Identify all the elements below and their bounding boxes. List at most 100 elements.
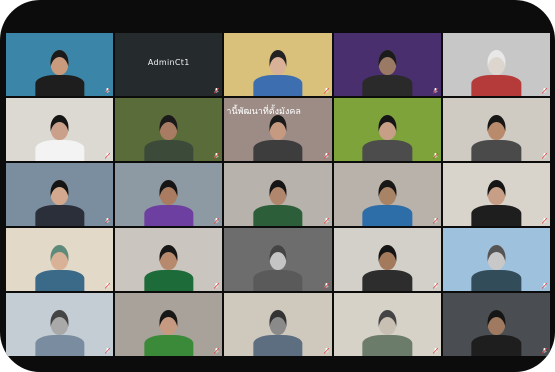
- participant-tile[interactable]: [6, 163, 114, 226]
- participant-video: [471, 176, 522, 226]
- participant-tile[interactable]: [224, 33, 332, 96]
- participant-head: [487, 49, 506, 75]
- participant-tile[interactable]: [115, 293, 223, 356]
- mic-muted-icon: [541, 218, 547, 224]
- participant-video: [362, 176, 412, 226]
- participant-body: [471, 334, 522, 356]
- participant-head: [378, 179, 397, 205]
- participant-video: [34, 46, 85, 96]
- participant-tile[interactable]: [115, 163, 223, 226]
- participant-tile[interactable]: [442, 33, 550, 96]
- participant-head: [50, 309, 69, 335]
- participant-video: [471, 46, 522, 96]
- participant-tile[interactable]: [6, 98, 114, 161]
- participant-video: [362, 46, 412, 96]
- participant-body: [471, 74, 522, 96]
- mic-muted-icon: [541, 153, 547, 159]
- participant-body: [471, 269, 522, 291]
- participant-video: [253, 241, 303, 291]
- participant-body: [362, 139, 412, 161]
- mic-muted-icon: [105, 88, 111, 94]
- participant-body: [144, 204, 194, 226]
- participant-head: [50, 114, 69, 140]
- participant-head: [50, 179, 69, 205]
- participant-head: [487, 244, 506, 270]
- participant-tile[interactable]: [442, 163, 550, 226]
- participant-tile[interactable]: [6, 33, 114, 96]
- participant-body: [253, 204, 303, 226]
- participant-head: [269, 49, 287, 75]
- participant-body: [144, 139, 194, 161]
- participant-tile[interactable]: AdminCt1: [115, 33, 223, 96]
- participant-body: [34, 74, 85, 96]
- participant-tile[interactable]: [224, 163, 332, 226]
- participant-body: [144, 334, 194, 356]
- participant-body: [253, 334, 303, 356]
- participant-body: [471, 139, 522, 161]
- mic-muted-icon: [323, 348, 329, 354]
- participant-video: [362, 241, 412, 291]
- participant-head: [487, 114, 506, 140]
- participant-tile[interactable]: [333, 293, 441, 356]
- participant-tile[interactable]: [6, 293, 114, 356]
- participant-video: [144, 241, 194, 291]
- participant-tile[interactable]: [333, 228, 441, 291]
- mic-muted-icon: [432, 348, 438, 354]
- participant-body: [471, 204, 522, 226]
- participant-tile[interactable]: [333, 163, 441, 226]
- participant-body: [362, 334, 412, 356]
- mic-muted-icon: [214, 88, 220, 94]
- participant-video: [471, 111, 522, 161]
- mic-muted-icon: [541, 88, 547, 94]
- participant-head: [159, 179, 178, 205]
- participant-body: [34, 204, 85, 226]
- participant-video: [144, 176, 194, 226]
- participant-body: [362, 74, 412, 96]
- participant-video: [34, 241, 85, 291]
- participant-head: [50, 49, 69, 75]
- mic-muted-icon: [214, 348, 220, 354]
- participant-tile[interactable]: านี้พัฒนาที่ตั้งมังคล: [224, 98, 332, 161]
- participant-video: [253, 306, 303, 356]
- participant-video: [253, 176, 303, 226]
- participant-body: [362, 204, 412, 226]
- participant-video: [34, 306, 85, 356]
- participant-video: [34, 176, 85, 226]
- participant-tile[interactable]: [6, 228, 114, 291]
- participant-body: [253, 74, 303, 96]
- participant-head: [269, 114, 287, 140]
- participant-body: [34, 139, 85, 161]
- mic-muted-icon: [432, 283, 438, 289]
- mic-muted-icon: [105, 348, 111, 354]
- participant-head: [269, 309, 287, 335]
- mic-muted-icon: [214, 218, 220, 224]
- participant-tile[interactable]: [224, 228, 332, 291]
- participant-tile[interactable]: [442, 98, 550, 161]
- participant-head: [50, 244, 69, 270]
- participant-head: [159, 309, 178, 335]
- participant-video: [144, 111, 194, 161]
- mic-muted-icon: [105, 218, 111, 224]
- mic-muted-icon: [323, 88, 329, 94]
- participant-tile[interactable]: [442, 293, 550, 356]
- participant-tile[interactable]: [333, 33, 441, 96]
- mic-muted-icon: [105, 283, 111, 289]
- participant-head: [269, 179, 287, 205]
- participant-tile[interactable]: [333, 98, 441, 161]
- participant-video: [362, 111, 412, 161]
- mic-muted-icon: [432, 88, 438, 94]
- participant-tile[interactable]: [115, 228, 223, 291]
- participant-head: [159, 114, 178, 140]
- participant-tile[interactable]: [115, 98, 223, 161]
- participant-tile[interactable]: [442, 228, 550, 291]
- mic-muted-icon: [541, 348, 547, 354]
- mic-muted-icon: [214, 283, 220, 289]
- participant-video: [34, 111, 85, 161]
- participant-body: [253, 269, 303, 291]
- participant-tile[interactable]: [224, 293, 332, 356]
- participant-head: [378, 309, 397, 335]
- participant-head: [269, 244, 287, 270]
- mic-muted-icon: [323, 283, 329, 289]
- participant-head: [378, 49, 397, 75]
- participant-body: [144, 269, 194, 291]
